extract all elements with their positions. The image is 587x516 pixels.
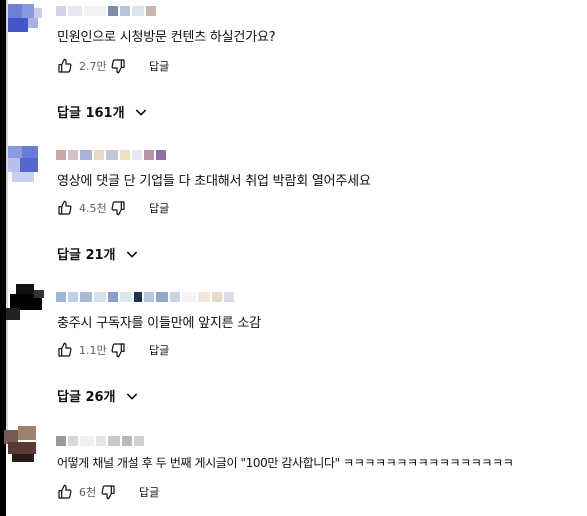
thumbs-up-icon[interactable] bbox=[56, 483, 74, 501]
thumbs-down-icon[interactable] bbox=[109, 57, 127, 75]
thumbs-up-icon[interactable] bbox=[56, 199, 74, 217]
author-name[interactable] bbox=[56, 6, 156, 18]
reply-button[interactable]: 답글 bbox=[139, 484, 159, 500]
comment-actions: 4.5천 답글 bbox=[56, 198, 169, 218]
like-count: 6천 bbox=[79, 486, 97, 499]
author-name[interactable] bbox=[56, 292, 234, 304]
avatar[interactable] bbox=[8, 4, 48, 44]
replies-toggle[interactable]: 답글 161개 bbox=[57, 102, 149, 121]
like-count: 1.1만 bbox=[79, 344, 107, 357]
replies-toggle[interactable]: 답글 21개 bbox=[57, 244, 140, 263]
comment-text: 충주시 구독자를 이들만에 앞지른 소감 bbox=[57, 316, 261, 331]
replies-toggle-label: 답글 21개 bbox=[57, 248, 116, 263]
thumbs-down-icon[interactable] bbox=[99, 483, 117, 501]
replies-toggle-label: 답글 161개 bbox=[57, 106, 125, 121]
replies-toggle-label: 답글 26개 bbox=[57, 390, 116, 405]
comment-actions: 1.1만 답글 bbox=[56, 340, 169, 360]
chevron-down-icon bbox=[126, 250, 137, 258]
thumbs-down-icon[interactable] bbox=[109, 341, 127, 359]
comment-text: 어떻게 채널 개설 후 두 번째 게시글이 "100만 감사합니다" ㅋㅋㅋㅋㅋ… bbox=[57, 456, 514, 470]
thumbs-down-icon[interactable] bbox=[109, 199, 127, 217]
chevron-down-icon bbox=[126, 392, 137, 400]
avatar[interactable] bbox=[8, 146, 48, 186]
chevron-down-icon bbox=[135, 108, 146, 116]
comment-actions: 2.7만 답글 bbox=[56, 56, 169, 76]
reply-button[interactable]: 답글 bbox=[149, 58, 169, 74]
thumbs-up-icon[interactable] bbox=[56, 57, 74, 75]
avatar[interactable] bbox=[6, 284, 46, 324]
comment-text: 영상에 댓글 단 기업들 다 초대해서 취업 박람회 열어주세요 bbox=[57, 174, 371, 189]
comment-text: 민원인으로 시청방문 컨텐츠 하실건가요? bbox=[57, 30, 276, 45]
thread-line-shade bbox=[6, 0, 8, 440]
like-count: 4.5천 bbox=[79, 202, 107, 215]
thumbs-up-icon[interactable] bbox=[56, 341, 74, 359]
avatar[interactable] bbox=[4, 426, 44, 466]
replies-toggle[interactable]: 답글 26개 bbox=[57, 386, 140, 405]
reply-button[interactable]: 답글 bbox=[149, 342, 169, 358]
reply-button[interactable]: 답글 bbox=[149, 200, 169, 216]
comment-actions: 6천 답글 bbox=[56, 482, 159, 502]
like-count: 2.7만 bbox=[79, 60, 107, 73]
author-name[interactable] bbox=[56, 436, 144, 448]
author-name[interactable] bbox=[56, 150, 166, 162]
